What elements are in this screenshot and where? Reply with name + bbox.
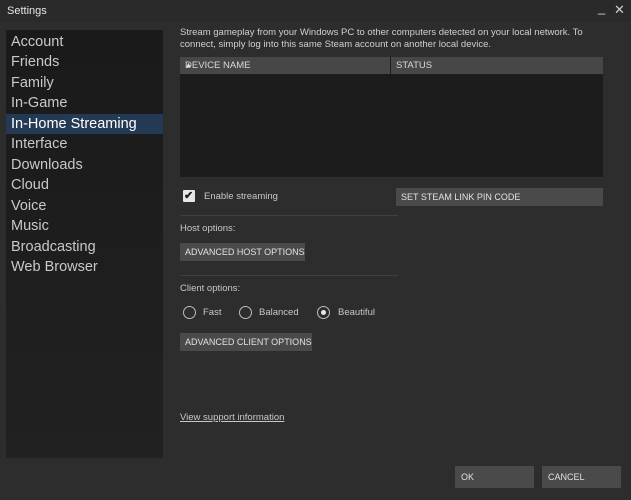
- button-label: ADVANCED HOST OPTIONS: [185, 247, 305, 257]
- button-label: ADVANCED CLIENT OPTIONS: [185, 337, 312, 347]
- advanced-client-options-button[interactable]: ADVANCED CLIENT OPTIONS: [180, 333, 312, 351]
- client-options-label: Client options:: [180, 283, 241, 294]
- streaming-description: Stream gameplay from your Windows PC to …: [180, 27, 583, 50]
- divider: [180, 275, 398, 276]
- host-options-label: Host options:: [180, 223, 236, 234]
- column-header-label: DEVICE NAME: [185, 60, 251, 71]
- radio-selected-dot: [321, 310, 326, 315]
- button-label: OK: [461, 472, 475, 482]
- column-header-label: STATUS: [396, 60, 433, 71]
- sidebar-item-web-browser[interactable]: Web Browser: [6, 257, 163, 277]
- sidebar-item-family[interactable]: Family: [6, 73, 163, 93]
- radio-beautiful[interactable]: [317, 306, 330, 319]
- sidebar-item-label: Web Browser: [11, 259, 98, 275]
- radio-balanced-label: Balanced: [259, 307, 299, 318]
- radio-fast-label: Fast: [203, 307, 222, 318]
- cancel-button[interactable]: CANCEL: [542, 466, 621, 488]
- sidebar-item-in-home-streaming[interactable]: In-Home Streaming: [6, 114, 163, 134]
- sidebar-item-friends[interactable]: Friends: [6, 52, 163, 72]
- close-icon[interactable]: ✕: [614, 3, 625, 16]
- sidebar-item-interface[interactable]: Interface: [6, 134, 163, 154]
- advanced-host-options-button[interactable]: ADVANCED HOST OPTIONS: [180, 243, 305, 261]
- window-title: Settings: [7, 5, 47, 17]
- sidebar-item-label: Interface: [11, 136, 68, 152]
- sidebar-item-label: Voice: [11, 198, 47, 214]
- column-header-device-name[interactable]: DEVICE NAME ▲: [180, 57, 390, 74]
- sidebar-item-label: Family: [11, 75, 54, 91]
- sidebar-item-broadcasting[interactable]: Broadcasting: [6, 237, 163, 257]
- sidebar-item-downloads[interactable]: Downloads: [6, 155, 163, 175]
- button-label: CANCEL: [548, 472, 585, 482]
- sidebar-item-account[interactable]: Account: [6, 32, 163, 52]
- sidebar-item-cloud[interactable]: Cloud: [6, 175, 163, 195]
- radio-balanced[interactable]: [239, 306, 252, 319]
- sidebar-item-label: In-Game: [11, 95, 68, 111]
- divider: [180, 215, 398, 216]
- settings-sidebar: Account Friends Family In-Game In-Home S…: [6, 30, 163, 458]
- streaming-settings-panel: Stream gameplay from your Windows PC to …: [163, 22, 625, 458]
- sidebar-item-in-game[interactable]: In-Game: [6, 93, 163, 113]
- enable-streaming-label: Enable streaming: [204, 191, 278, 202]
- set-steam-link-pin-button[interactable]: SET STEAM LINK PIN CODE: [396, 188, 603, 206]
- sidebar-item-label: Cloud: [11, 177, 49, 193]
- enable-streaming-checkbox[interactable]: ✔: [183, 190, 195, 202]
- sidebar-item-label: Downloads: [11, 157, 83, 173]
- sidebar-item-label: Account: [11, 34, 64, 50]
- title-bar: Settings _ ✕: [0, 0, 631, 22]
- view-support-info-link[interactable]: View support information: [180, 412, 284, 423]
- radio-fast[interactable]: [183, 306, 196, 319]
- sidebar-item-voice[interactable]: Voice: [6, 196, 163, 216]
- sidebar-item-label: Broadcasting: [11, 239, 96, 255]
- sidebar-item-label: Friends: [11, 54, 60, 70]
- column-header-status[interactable]: STATUS: [391, 57, 603, 74]
- sort-ascending-icon: ▲: [185, 62, 192, 69]
- radio-beautiful-label: Beautiful: [338, 307, 375, 318]
- sidebar-item-label: Music: [11, 218, 49, 234]
- sidebar-item-music[interactable]: Music: [6, 216, 163, 236]
- sidebar-item-label: In-Home Streaming: [11, 116, 137, 132]
- checkmark-icon: ✔: [184, 190, 194, 202]
- minimize-icon[interactable]: _: [598, 1, 605, 14]
- device-table: DEVICE NAME ▲ STATUS: [180, 57, 603, 177]
- button-label: SET STEAM LINK PIN CODE: [401, 192, 521, 202]
- ok-button[interactable]: OK: [455, 466, 534, 488]
